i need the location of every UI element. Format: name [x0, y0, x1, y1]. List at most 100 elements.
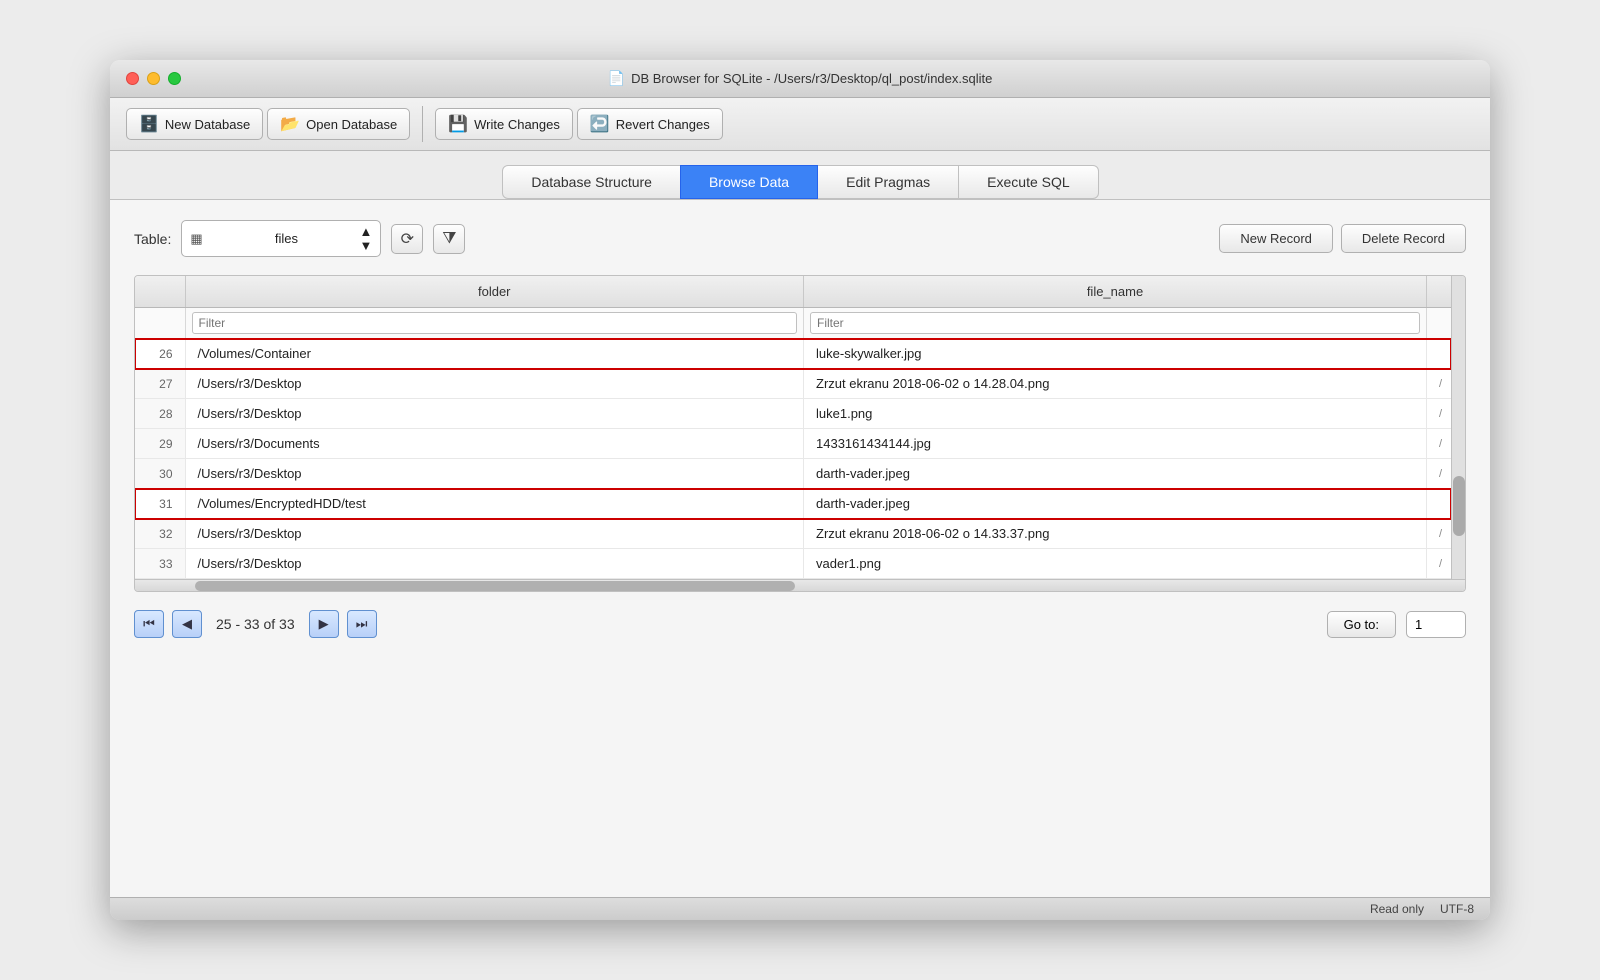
- table-with-scrollbar: folder file_name: [135, 276, 1465, 579]
- col-file-name[interactable]: file_name: [804, 276, 1427, 308]
- last-page-button[interactable]: ⏭: [347, 610, 377, 638]
- write-changes-button[interactable]: 💾 Write Changes: [435, 108, 573, 140]
- table-row[interactable]: 33/Users/r3/Desktopvader1.png/: [135, 549, 1451, 579]
- row-number: 29: [135, 429, 185, 459]
- goto-area: Go to:: [1327, 611, 1466, 638]
- write-icon: 💾: [448, 114, 468, 134]
- new-record-button[interactable]: New Record: [1219, 224, 1333, 253]
- tab-bar: Database Structure Browse Data Edit Prag…: [110, 151, 1490, 200]
- cell-folder: /Volumes/EncryptedHDD/test: [185, 489, 804, 519]
- spinner-down-icon: ▼: [359, 239, 372, 252]
- table-row[interactable]: 26/Volumes/Containerluke-skywalker.jpg: [135, 339, 1451, 369]
- read-only-status: Read only: [1370, 902, 1424, 916]
- cell-folder: /Volumes/Container: [185, 339, 804, 369]
- filter-row-num: [135, 308, 185, 339]
- row-number: 33: [135, 549, 185, 579]
- record-buttons: New Record Delete Record: [1219, 224, 1466, 253]
- revert-changes-button[interactable]: ↩️ Revert Changes: [577, 108, 723, 140]
- cell-folder: /Users/r3/Desktop: [185, 549, 804, 579]
- maximize-button[interactable]: [168, 72, 181, 85]
- h-scrollbar-thumb[interactable]: [195, 581, 795, 591]
- filter-extra-cell: [1427, 308, 1452, 339]
- toolbar: 🗄️ New Database 📂 Open Database 💾 Write …: [110, 98, 1490, 151]
- cell-file-name: 1433161434144.jpg: [804, 429, 1427, 459]
- table-name: files: [275, 231, 352, 246]
- page-nav: ⏮ ◀ 25 - 33 of 33 ▶ ⏭: [134, 610, 377, 638]
- filter-row: [135, 308, 1451, 339]
- cell-extra: [1427, 489, 1452, 519]
- spinner-up-icon: ▲: [359, 225, 372, 238]
- tab-execute-sql[interactable]: Execute SQL: [958, 165, 1099, 199]
- window-title: 📄 DB Browser for SQLite - /Users/r3/Desk…: [608, 70, 993, 87]
- new-database-button[interactable]: 🗄️ New Database: [126, 108, 263, 140]
- table-row[interactable]: 28/Users/r3/Desktopluke1.png/: [135, 399, 1451, 429]
- next-page-button[interactable]: ▶: [309, 610, 339, 638]
- delete-record-button[interactable]: Delete Record: [1341, 224, 1466, 253]
- horizontal-scrollbar[interactable]: [135, 579, 1465, 591]
- table-row[interactable]: 31/Volumes/EncryptedHDD/testdarth-vader.…: [135, 489, 1451, 519]
- toolbar-separator: [422, 106, 423, 142]
- cell-file-name: Zrzut ekranu 2018-06-02 o 14.28.04.png: [804, 369, 1427, 399]
- refresh-icon: ⟳: [401, 229, 414, 249]
- table-row[interactable]: 32/Users/r3/DesktopZrzut ekranu 2018-06-…: [135, 519, 1451, 549]
- row-number: 26: [135, 339, 185, 369]
- cell-extra: /: [1427, 399, 1452, 429]
- document-icon: 📄: [608, 70, 625, 87]
- table-selector: Table: ▦ files ▲ ▼ ⟳ ⧩: [134, 220, 465, 257]
- first-page-button[interactable]: ⏮: [134, 610, 164, 638]
- filter-folder-cell: [185, 308, 804, 339]
- row-number: 31: [135, 489, 185, 519]
- table-header-row: folder file_name: [135, 276, 1451, 308]
- revert-icon: ↩️: [590, 114, 610, 134]
- page-range: 25 - 33 of 33: [216, 616, 295, 632]
- goto-button[interactable]: Go to:: [1327, 611, 1396, 638]
- minimize-button[interactable]: [147, 72, 160, 85]
- cell-extra: [1427, 339, 1452, 369]
- tab-edit-pragmas[interactable]: Edit Pragmas: [817, 165, 959, 199]
- cell-extra: /: [1427, 549, 1452, 579]
- statusbar: Read only UTF-8: [110, 897, 1490, 920]
- filter-folder-input[interactable]: [192, 312, 798, 334]
- filter-button[interactable]: ⧩: [433, 224, 465, 254]
- prev-page-button[interactable]: ◀: [172, 610, 202, 638]
- row-number: 30: [135, 459, 185, 489]
- refresh-button[interactable]: ⟳: [391, 224, 423, 254]
- row-number: 28: [135, 399, 185, 429]
- row-number: 32: [135, 519, 185, 549]
- table-spinner[interactable]: ▲ ▼: [359, 225, 372, 252]
- scrollbar-thumb[interactable]: [1453, 476, 1465, 536]
- goto-input[interactable]: [1406, 611, 1466, 638]
- cell-folder: /Users/r3/Desktop: [185, 369, 804, 399]
- cell-extra: /: [1427, 369, 1452, 399]
- cell-file-name: luke1.png: [804, 399, 1427, 429]
- cell-file-name: darth-vader.jpeg: [804, 489, 1427, 519]
- table-row[interactable]: 27/Users/r3/DesktopZrzut ekranu 2018-06-…: [135, 369, 1451, 399]
- table-row[interactable]: 30/Users/r3/Desktopdarth-vader.jpeg/: [135, 459, 1451, 489]
- col-folder[interactable]: folder: [185, 276, 804, 308]
- pagination: ⏮ ◀ 25 - 33 of 33 ▶ ⏭ Go to:: [134, 610, 1466, 638]
- filter-filename-input[interactable]: [810, 312, 1420, 334]
- traffic-lights: [126, 72, 181, 85]
- cell-folder: /Users/r3/Documents: [185, 429, 804, 459]
- cell-file-name: Zrzut ekranu 2018-06-02 o 14.33.37.png: [804, 519, 1427, 549]
- col-row-num: [135, 276, 185, 308]
- data-table: folder file_name: [135, 276, 1451, 579]
- filter-filename-cell: [804, 308, 1427, 339]
- cell-file-name: vader1.png: [804, 549, 1427, 579]
- table-row[interactable]: 29/Users/r3/Documents1433161434144.jpg/: [135, 429, 1451, 459]
- cell-file-name: luke-skywalker.jpg: [804, 339, 1427, 369]
- tab-browse-data[interactable]: Browse Data: [680, 165, 818, 199]
- tab-database-structure[interactable]: Database Structure: [502, 165, 681, 199]
- content-area: Table: ▦ files ▲ ▼ ⟳ ⧩ New Record: [110, 200, 1490, 897]
- new-db-icon: 🗄️: [139, 114, 159, 134]
- vertical-scrollbar[interactable]: [1451, 276, 1465, 579]
- main-window: 📄 DB Browser for SQLite - /Users/r3/Desk…: [110, 60, 1490, 920]
- close-button[interactable]: [126, 72, 139, 85]
- cell-folder: /Users/r3/Desktop: [185, 519, 804, 549]
- table-select-wrapper[interactable]: ▦ files ▲ ▼: [181, 220, 381, 257]
- cell-file-name: darth-vader.jpeg: [804, 459, 1427, 489]
- encoding-status: UTF-8: [1440, 902, 1474, 916]
- table-controls: Table: ▦ files ▲ ▼ ⟳ ⧩ New Record: [134, 220, 1466, 257]
- cell-extra: /: [1427, 429, 1452, 459]
- open-database-button[interactable]: 📂 Open Database: [267, 108, 410, 140]
